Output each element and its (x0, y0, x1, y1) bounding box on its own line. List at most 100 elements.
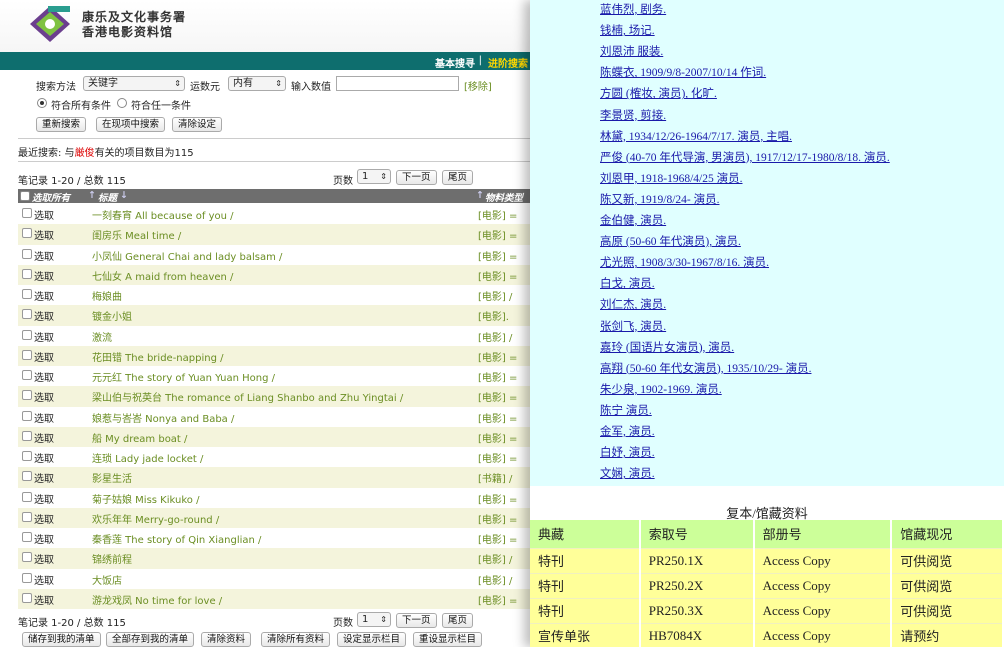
search-within-button[interactable]: 在现项中搜索 (96, 117, 166, 132)
row-select-label: 选取 (34, 413, 54, 425)
clear-data-button[interactable]: 清除资料 (201, 632, 252, 647)
search-method-select[interactable]: 关键字 ⇕ (83, 76, 185, 91)
col-type[interactable]: 物料类型 (485, 190, 523, 204)
credit-link[interactable]: 金伯健, 演员. (600, 212, 666, 228)
row-select-checkbox[interactable] (22, 329, 32, 340)
row-title-link[interactable]: 欢乐年年 Merry-go-round / (92, 511, 219, 526)
row-select-checkbox[interactable] (22, 248, 32, 259)
clear-settings-button[interactable]: 清除设定 (172, 117, 223, 132)
row-title-link[interactable]: 船 My dream boat / (92, 430, 187, 445)
row-select-checkbox[interactable] (22, 511, 32, 522)
page-select-bottom[interactable]: 1 ⇕ (357, 612, 391, 627)
row-title-link[interactable]: 闺房乐 Meal time / (92, 227, 181, 242)
col-select-all[interactable]: 选取所有 (32, 190, 70, 204)
row-select-checkbox[interactable] (22, 532, 32, 542)
clear-all-button[interactable]: 清除所有资料 (261, 632, 331, 647)
row-select-checkbox[interactable] (22, 289, 32, 299)
reset-columns-button[interactable]: 重设显示栏目 (413, 632, 483, 647)
row-select-checkbox[interactable] (22, 349, 32, 360)
credit-link[interactable]: 陈宁 演员. (600, 402, 652, 418)
sort-up-icon[interactable]: ↑ (476, 190, 484, 201)
row-title-link[interactable]: 锦绣前程 (92, 551, 132, 566)
row-title-link[interactable]: 七仙女 A maid from heaven / (92, 268, 233, 283)
row-select-checkbox[interactable] (22, 572, 32, 583)
credit-link[interactable]: 尤光照, 1908/3/30-1967/8/16. 演员. (600, 254, 769, 270)
row-title-link[interactable]: 菊子姑娘 Miss Kikuko / (92, 491, 199, 506)
row-title-link[interactable]: 大饭店 (92, 572, 122, 587)
operator-select[interactable]: 内有 ⇕ (228, 76, 286, 91)
row-select-checkbox[interactable] (22, 471, 32, 482)
search-value-input[interactable] (336, 76, 459, 91)
row-select-checkbox[interactable] (22, 268, 32, 279)
remove-link[interactable]: [移除] (464, 78, 492, 93)
table-row: 选取 船 My dream boat / [电影] = (18, 426, 530, 447)
credit-link[interactable]: 文娴, 演员. (600, 465, 655, 481)
row-title-link[interactable]: 秦香莲 The story of Qin Xianglian / (92, 531, 261, 546)
row-title-link[interactable]: 梅娘曲 (92, 288, 122, 303)
table-row: 选取 大饭店 [电影] / (18, 569, 530, 589)
row-select-checkbox[interactable] (22, 228, 32, 239)
nav-advanced-search-link[interactable]: 进阶搜索 (488, 55, 528, 70)
row-title-link[interactable]: 激流 (92, 329, 112, 344)
row-select-checkbox[interactable] (22, 370, 32, 380)
nav-basic-search-link[interactable]: 基本搜寻 (435, 55, 475, 70)
row-title-link[interactable]: 影星生活 (92, 470, 132, 485)
row-select-checkbox[interactable] (22, 390, 32, 401)
row-title-link[interactable]: 梁山伯与祝英台 The romance of Liang Shanbo and … (92, 389, 403, 404)
table-row: 选取 梅娘曲 [电影] / (18, 285, 530, 305)
credit-link[interactable]: 朱少泉, 1902-1969. 演员. (600, 381, 722, 397)
credit-link[interactable]: 林黛, 1934/12/26-1964/7/17. 演员, 主唱. (600, 128, 792, 144)
row-title-link[interactable]: 游龙戏凤 No time for love / (92, 592, 222, 607)
holdings-col-header: 部册号 (753, 520, 893, 548)
match-all-radio[interactable] (37, 98, 47, 108)
credit-link[interactable]: 刘仁杰, 演员. (600, 296, 666, 312)
row-title-link[interactable]: 花田错 The bride-napping / (92, 349, 223, 364)
row-title-link[interactable]: 连琐 Lady jade locket / (92, 450, 203, 465)
credit-link[interactable]: 白戈, 演员. (600, 275, 655, 291)
sort-down-icon[interactable]: ↓ (120, 190, 128, 201)
next-page-button-top[interactable]: 下一页 (396, 170, 437, 185)
row-select-checkbox[interactable] (22, 592, 32, 603)
row-select-checkbox[interactable] (22, 208, 32, 218)
credit-link[interactable]: 蓝伟烈, 剧务. (600, 1, 666, 17)
select-all-checkbox[interactable] (20, 191, 30, 201)
credit-link[interactable]: 严俊 (40-70 年代导演, 男演员), 1917/12/17-1980/8/… (600, 149, 890, 165)
last-page-button-top[interactable]: 尾页 (442, 170, 474, 185)
credit-link[interactable]: 高原 (50-60 年代演员), 演员. (600, 233, 741, 249)
row-title-link[interactable]: 一刻春宵 All because of you / (92, 207, 234, 222)
credit-link[interactable]: 陈蝶衣, 1909/9/8-2007/10/14 作词. (600, 64, 766, 80)
next-page-button-bottom[interactable]: 下一页 (396, 613, 437, 628)
credit-link[interactable]: 张剑飞, 演员. (600, 318, 666, 334)
set-columns-button[interactable]: 设定显示栏目 (337, 632, 407, 647)
credit-link[interactable]: 陈又新, 1919/8/24- 演员. (600, 191, 719, 207)
row-title-link[interactable]: 镀金小姐 (92, 308, 132, 323)
credit-link[interactable]: 高翔 (50-60 年代女演员), 1935/10/29- 演员. (600, 360, 811, 376)
save-all-button[interactable]: 全部存到我的清单 (106, 632, 195, 647)
row-select-checkbox[interactable] (22, 309, 32, 320)
credit-link[interactable]: 钱楠, 场记. (600, 22, 655, 38)
match-any-radio[interactable] (117, 98, 127, 108)
page-select-top[interactable]: 1 ⇕ (357, 169, 391, 184)
row-title-link[interactable]: 小凤仙 General Chai and lady balsam / (92, 248, 282, 263)
row-select-checkbox[interactable] (22, 430, 32, 441)
save-to-list-button[interactable]: 储存到我的清单 (22, 632, 101, 647)
col-title[interactable]: 标题 (98, 190, 117, 204)
row-select-checkbox[interactable] (22, 491, 32, 502)
row-select-checkbox[interactable] (22, 552, 32, 563)
row-select-checkbox[interactable] (22, 451, 32, 461)
row-material-type: [电影] = (478, 433, 518, 445)
credit-link[interactable]: 白妤, 演员. (600, 444, 655, 460)
credit-link[interactable]: 刘恩沛 服装. (600, 43, 663, 59)
credit-link[interactable]: 方圆 (榷妆, 演员), 化旷. (600, 85, 717, 101)
sort-up-icon[interactable]: ↑ (88, 190, 96, 201)
research-button[interactable]: 重新搜索 (36, 117, 87, 132)
credit-link[interactable]: 金军, 演员. (600, 423, 655, 439)
row-title-link[interactable]: 娘惹与峇峇 Nonya and Baba / (92, 410, 234, 425)
credit-link[interactable]: 刘恩甲, 1918-1968/4/25 演员. (600, 170, 742, 186)
row-title-link[interactable]: 元元红 The story of Yuan Yuan Hong / (92, 369, 275, 384)
row-select-checkbox[interactable] (22, 410, 32, 421)
credit-link[interactable]: 李景贤, 剪接. (600, 107, 666, 123)
table-row: 选取 锦绣前程 [电影] / (18, 548, 530, 569)
credit-link[interactable]: 嘉玲 (国语片女演员), 演员. (600, 339, 734, 355)
last-page-button-bottom[interactable]: 尾页 (442, 613, 474, 628)
